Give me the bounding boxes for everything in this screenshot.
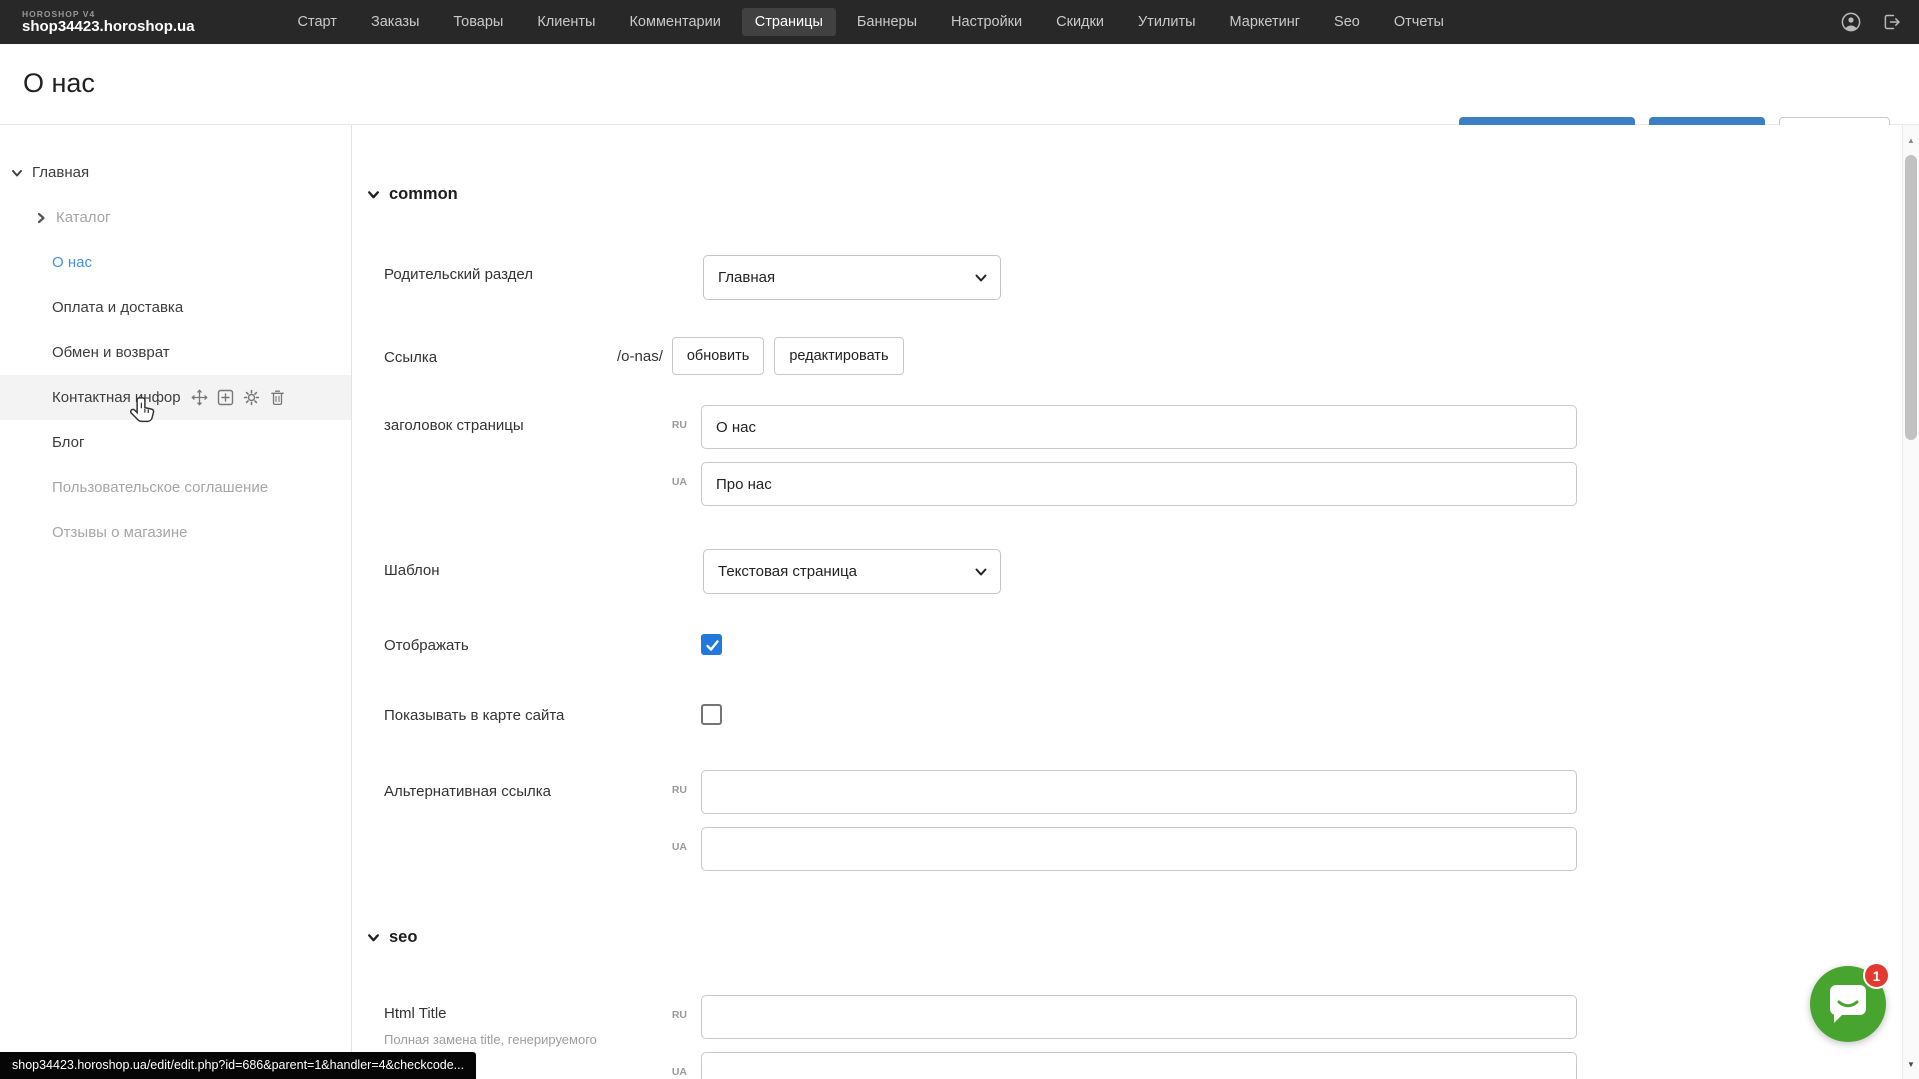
link-row: /o-nas/ обновить редактировать (617, 337, 914, 375)
nav-item-utilities[interactable]: Утилиты (1125, 8, 1209, 36)
trash-icon[interactable] (269, 389, 286, 406)
add-icon[interactable] (217, 389, 234, 406)
sidebar-item-otzyvy-o-magazine[interactable]: Отзывы о магазине (0, 510, 351, 555)
link-edit-button[interactable]: редактировать (774, 337, 903, 375)
chevron-down-icon (10, 166, 24, 180)
parent-section-select[interactable]: Главная (703, 255, 1001, 300)
section-title: common (389, 185, 458, 204)
sidebar-item-label: Каталог (56, 209, 111, 226)
nav-items: Старт Заказы Товары Клиенты Комментарии … (285, 8, 1457, 36)
parent-section-label: Родительский раздел (384, 266, 533, 283)
sidebar-item-obmen-i-vozvrat[interactable]: Обмен и возврат (0, 330, 351, 375)
lang-tag-ru: RU (661, 784, 687, 796)
page-title: О нас (23, 68, 95, 99)
sitemap-checkbox[interactable] (701, 704, 722, 725)
lang-tag-ua: UA (661, 476, 687, 488)
nav-item-settings[interactable]: Настройки (938, 8, 1035, 36)
sidebar-item-polzovatelskoe-soglashenie[interactable]: Пользовательское соглашение (0, 465, 351, 510)
tree-item-actions (191, 389, 286, 406)
html-title-label: Html Title (384, 1005, 447, 1022)
logo-domain: shop34423.horoshop.ua (22, 19, 195, 35)
html-title-ru-input[interactable] (701, 995, 1577, 1039)
link-path: /o-nas/ (617, 348, 663, 365)
lang-tag-ua: UA (661, 1066, 687, 1078)
template-value: Текстовая страница (718, 563, 857, 580)
nav-item-pages[interactable]: Страницы (742, 8, 836, 36)
chat-icon (1827, 982, 1869, 1026)
html-title-ua-input[interactable] (701, 1052, 1577, 1079)
alt-link-label: Альтернативная ссылка (384, 783, 551, 800)
nav-item-clients[interactable]: Клиенты (524, 8, 608, 36)
nav-item-discounts[interactable]: Скидки (1043, 8, 1117, 36)
section-common-header[interactable]: common (366, 185, 458, 204)
nav-right (1841, 0, 1901, 44)
nav-item-comments[interactable]: Комментарии (616, 8, 733, 36)
sidebar-item-label: Оплата и доставка (52, 299, 183, 316)
sidebar-tree: Главная Каталог О нас Оплата и доставка … (0, 125, 352, 1079)
sidebar-item-label: О нас (52, 254, 92, 271)
alt-link-ua-input[interactable] (701, 827, 1577, 871)
chat-widget-button[interactable]: 1 (1810, 966, 1886, 1042)
scrollbar[interactable]: ▲ ▼ (1902, 125, 1919, 1079)
html-title-hint: Полная замена title, генерируемого (384, 1032, 684, 1047)
top-nav: HOROSHOP V4 shop34423.horoshop.ua Старт … (0, 0, 1919, 44)
sidebar-item-label: Главная (32, 164, 89, 181)
nav-item-orders[interactable]: Заказы (358, 8, 432, 36)
sitemap-label: Показывать в карте сайта (384, 707, 564, 724)
sidebar-item-oplata-i-dostavka[interactable]: Оплата и доставка (0, 285, 351, 330)
chevron-down-icon (366, 930, 381, 945)
move-icon[interactable] (191, 389, 208, 406)
sidebar-item-o-nas[interactable]: О нас (0, 240, 351, 285)
user-icon[interactable] (1841, 12, 1861, 32)
display-checkbox[interactable] (701, 634, 722, 655)
logout-icon[interactable] (1881, 12, 1901, 32)
sidebar-item-glavnaya[interactable]: Главная (0, 150, 351, 195)
alt-link-ru-input[interactable] (701, 770, 1577, 814)
section-seo-header[interactable]: seo (366, 928, 417, 947)
template-select[interactable]: Текстовая страница (703, 549, 1001, 594)
sidebar-item-label: Обмен и возврат (52, 344, 170, 361)
nav-item-reports[interactable]: Отчеты (1381, 8, 1457, 36)
page: HOROSHOP V4 shop34423.horoshop.ua Старт … (0, 0, 1919, 1079)
sidebar-item-katalog[interactable]: Каталог (0, 195, 351, 240)
page-title-ru-input[interactable] (701, 405, 1577, 449)
nav-item-banners[interactable]: Баннеры (844, 8, 930, 36)
page-header: О нас Сохранить и выйти Сохранить Отмени… (0, 44, 1919, 125)
section-title: seo (389, 928, 417, 947)
page-title-field-label: заголовок страницы (384, 417, 524, 434)
nav-item-marketing[interactable]: Маркетинг (1217, 8, 1314, 36)
sidebar-item-label: Блог (52, 434, 84, 451)
chat-unread-badge: 1 (1863, 962, 1890, 989)
lang-tag-ru: RU (661, 419, 687, 431)
chevron-down-icon (974, 565, 988, 579)
display-label: Отображать (384, 637, 469, 654)
sidebar-item-label: Контактная инфор (52, 389, 181, 406)
link-label: Ссылка (384, 349, 437, 366)
scrollbar-thumb[interactable] (1905, 155, 1917, 440)
scroll-down-arrow[interactable]: ▼ (1903, 1057, 1919, 1073)
sidebar-item-blog[interactable]: Блог (0, 420, 351, 465)
sidebar-item-kontaktnaya-infor[interactable]: Контактная инфор (0, 375, 351, 420)
check-icon (705, 638, 720, 653)
sidebar-item-label: Отзывы о магазине (52, 524, 187, 541)
template-label: Шаблон (384, 562, 440, 579)
chevron-right-icon (34, 211, 48, 225)
chevron-down-icon (366, 187, 381, 202)
lang-tag-ua: UA (661, 841, 687, 853)
main-form: common Родительский раздел Главная Ссылк… (353, 125, 1902, 1079)
lang-tag-ru: RU (661, 1009, 687, 1021)
scroll-up-arrow[interactable]: ▲ (1903, 133, 1919, 149)
page-title-ua-input[interactable] (701, 462, 1577, 506)
nav-item-products[interactable]: Товары (440, 8, 516, 36)
nav-item-seo[interactable]: Seo (1321, 8, 1373, 36)
gear-icon[interactable] (243, 389, 260, 406)
parent-section-value: Главная (718, 269, 775, 286)
logo[interactable]: HOROSHOP V4 shop34423.horoshop.ua (22, 10, 195, 35)
nav-item-start[interactable]: Старт (285, 8, 350, 36)
chevron-down-icon (974, 271, 988, 285)
link-update-button[interactable]: обновить (672, 337, 764, 375)
sidebar-item-label: Пользовательское соглашение (52, 479, 268, 496)
status-url-bar: shop34423.horoshop.ua/edit/edit.php?id=6… (0, 1052, 476, 1079)
